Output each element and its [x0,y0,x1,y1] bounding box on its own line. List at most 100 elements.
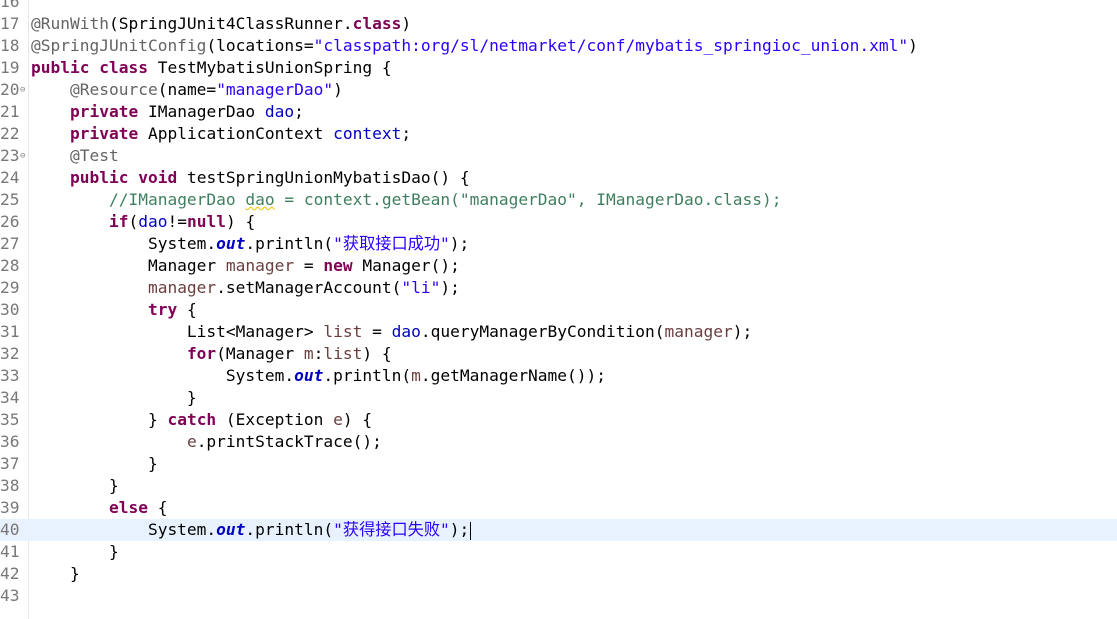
code-token: out [216,234,246,253]
code-token: new [323,256,353,275]
code-token: public [69,168,129,187]
code-token: out [216,520,246,539]
code-line[interactable]: 28 Manager manager = new Manager(); [0,255,1117,277]
line-number: 41 [0,542,20,561]
code-token: @RunWith [31,14,109,33]
code-line[interactable]: 17 @RunWith(SpringJUnit4ClassRunner.class… [0,13,1117,35]
code-token: dao [138,212,168,231]
code-token: ); [449,520,470,539]
fold-collapse-icon[interactable]: ⊖ [20,145,29,167]
code-token: dao [264,102,295,121]
code-text: @SpringJUnitConfig(locations="classpath:… [31,35,918,57]
code-text: System.out.println("获取接口成功"); [31,233,469,255]
code-line[interactable]: 29 manager.setManagerAccount("li"); [0,277,1117,299]
code-token: "获取接口成功" [333,234,450,253]
code-token: manager [225,256,295,275]
code-token: = context.getBean("managerDao", IManager… [274,190,782,209]
code-line[interactable]: 18 @SpringJUnitConfig(locations="classpat… [0,35,1117,57]
line-number: 25 [0,190,20,209]
code-token: for [186,344,217,363]
line-number: 28 [0,256,20,275]
code-text: else { [31,497,167,519]
code-token: "获得接口失败" [333,520,450,539]
code-token: Manager(); [352,256,460,275]
code-line[interactable]: 16 [0,0,1117,13]
code-line[interactable]: 39 else { [0,497,1117,519]
code-line[interactable]: 25 //IManagerDao dao = context.getBean("… [0,189,1117,211]
line-number: 22 [0,124,20,143]
line-number: 43 [0,586,20,605]
code-text: } [31,475,119,497]
code-token: dao [391,322,421,341]
code-token: (SpringJUnit4ClassRunner. [108,14,353,33]
code-token: : [313,344,324,363]
code-text: @Test [31,145,119,167]
code-token: try [147,300,178,319]
code-token: = [362,322,392,341]
code-line-current[interactable]: 40 System.out.println("获得接口失败"); [0,519,1117,541]
code-line[interactable]: 33 System.out.println(m.getManagerName()… [0,365,1117,387]
code-text: for(Manager m:list) { [31,343,392,365]
code-line[interactable]: 26 if(dao!=null) { [0,211,1117,233]
code-line[interactable]: 23 ⊖ @Test [0,145,1117,167]
code-token: ); [732,322,753,341]
code-text: @Resource(name="managerDao") [31,79,343,101]
code-token: out [294,366,324,385]
code-line[interactable]: 22 private ApplicationContext context; [0,123,1117,145]
code-line[interactable]: 35 } catch (Exception e) { [0,409,1117,431]
code-text: } [31,453,158,475]
code-line[interactable]: 20 ⊖ @Resource(name="managerDao") [0,79,1117,101]
fold-collapse-icon[interactable]: ⊖ [20,79,29,101]
line-number: 37 [0,454,20,473]
code-line[interactable]: 37 } [0,453,1117,475]
code-line[interactable]: 21 private IManagerDao dao; [0,101,1117,123]
code-line[interactable]: 30 try { [0,299,1117,321]
code-line[interactable]: 24 public void testSpringUnionMybatisDao… [0,167,1117,189]
code-token: e [186,432,197,451]
code-token: } [31,388,197,407]
line-number: 21 [0,102,20,121]
line-number: 26 [0,212,20,231]
code-token: ) { [342,410,373,429]
code-token: .setManagerAccount( [216,278,402,297]
code-text: try { [31,299,197,321]
line-number: 27 [0,234,20,253]
code-line[interactable]: 41 } [0,541,1117,563]
code-line[interactable]: 32 for(Manager m:list) { [0,343,1117,365]
line-number: 19 [0,58,20,77]
line-number: 36 [0,432,20,451]
text-cursor [470,521,472,540]
line-number: 39 [0,498,20,517]
code-line[interactable]: 19 public class TestMybatisUnionSpring { [0,57,1117,79]
code-token: class [99,58,148,77]
line-number: 31 [0,322,20,341]
code-token: System. [31,366,295,385]
code-line[interactable]: 42 } [0,563,1117,585]
code-token: ( [128,212,139,231]
code-line[interactable]: 34 } [0,387,1117,409]
code-text: if(dao!=null) { [31,211,255,233]
code-token: testSpringUnionMybatisDao() { [177,168,470,187]
code-token: { [147,498,168,517]
code-token: ) [401,14,412,33]
code-line[interactable]: 43 [0,585,1117,607]
code-token: "li" [401,278,441,297]
code-line[interactable]: 27 System.out.println("获取接口成功"); [0,233,1117,255]
code-line[interactable]: 31 List<Manager> list = dao.queryManager… [0,321,1117,343]
line-number: 20 [0,80,20,99]
code-token: TestMybatisUnionSpring { [147,58,392,77]
code-line[interactable]: 36 e.printStackTrace(); [0,431,1117,453]
code-text: Manager manager = new Manager(); [31,255,460,277]
code-text: } [31,541,119,563]
code-token: ) { [225,212,256,231]
line-number: 33 [0,366,20,385]
code-token: null [186,212,226,231]
line-number: 18 [0,36,20,55]
code-line[interactable]: 38 } [0,475,1117,497]
